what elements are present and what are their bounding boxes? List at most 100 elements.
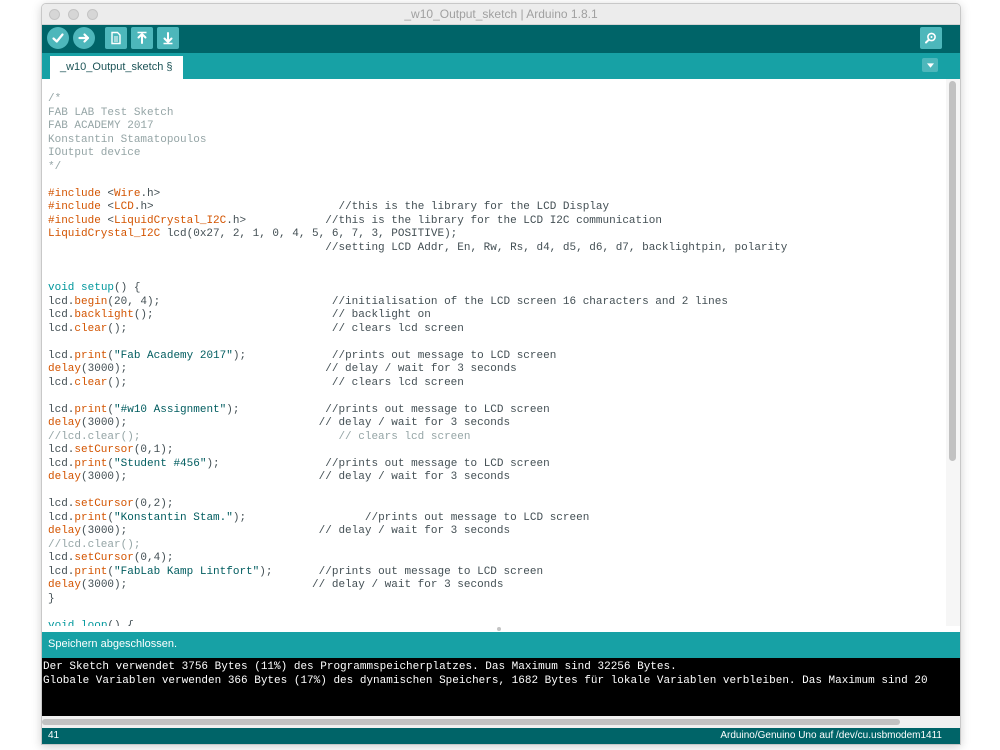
- code-line: delay(3000); // delay / wait for 3 secon…: [48, 363, 946, 377]
- tab-w10-output-sketch[interactable]: _w10_Output_sketch §: [50, 56, 183, 79]
- code-token-plain: (20, 4); //initialisation of the LCD scr…: [107, 295, 728, 308]
- upload-button[interactable]: [73, 27, 95, 49]
- save-sketch-button[interactable]: [157, 27, 179, 49]
- verify-button[interactable]: [47, 27, 69, 49]
- code-editor[interactable]: /* FAB LAB Test Sketch FAB ACADEMY 2017 Kon…: [42, 79, 946, 626]
- arrow-down-icon: [163, 32, 173, 45]
- code-token-keyword: print: [74, 457, 108, 470]
- window-title: _w10_Output_sketch | Arduino 1.8.1: [404, 7, 598, 21]
- code-line: /*: [48, 93, 946, 107]
- code-line: lcd.setCursor(0,4);: [48, 552, 946, 566]
- status-bar: Speichern abgeschlossen.: [42, 632, 960, 658]
- code-token-keyword: #include: [48, 214, 108, 227]
- code-token-plain: lcd.: [48, 444, 75, 456]
- code-token-keyword: LCD: [114, 201, 134, 213]
- open-sketch-button[interactable]: [131, 27, 153, 49]
- code-line: lcd.print("FabLab Kamp Lintfort"); //pri…: [48, 566, 946, 580]
- status-message: Speichern abgeschlossen.: [48, 638, 178, 650]
- code-line: lcd.setCursor(0,1);: [48, 444, 946, 458]
- code-token-plain: (3000); // delay / wait for 3 seconds: [81, 363, 517, 375]
- tab-bar: _w10_Output_sketch §: [42, 53, 960, 79]
- code-token-string: "FabLab Kamp Lintfort": [114, 565, 260, 578]
- code-token-keyword: #include: [48, 201, 108, 213]
- serial-monitor-button[interactable]: [920, 27, 942, 49]
- code-token-plain: (); // clears lcd screen: [107, 376, 464, 389]
- code-line: LiquidCrystal_I2C lcd(0x27, 2, 1, 0, 4, …: [48, 228, 946, 242]
- code-token-keyword: LiquidCrystal_I2C: [114, 214, 227, 227]
- code-token-type: void: [48, 282, 75, 294]
- code-line: lcd.clear(); // clears lcd screen: [48, 323, 946, 337]
- code-token-comment: FAB LAB Test Sketch: [48, 106, 174, 119]
- code-line: //lcd.clear();: [48, 539, 946, 553]
- code-token-plain: .h> //this is the library for the LCD I2…: [226, 214, 662, 227]
- code-line: #include <LiquidCrystal_I2C.h> //this is…: [48, 215, 946, 229]
- code-line: delay(3000); // delay / wait for 3 secon…: [48, 525, 946, 539]
- code-line: lcd.print("#w10 Assignment"); //prints o…: [48, 404, 946, 418]
- triangle-down-icon: [926, 62, 934, 68]
- check-icon: [52, 33, 64, 43]
- code-token-plain: .h> //this is the library for the LCD Di…: [133, 201, 610, 213]
- code-token-plain: (3000); // delay / wait for 3 seconds: [81, 417, 511, 429]
- code-token-keyword: delay: [48, 471, 82, 483]
- code-line: lcd.print("Konstantin Stam."); //prints …: [48, 512, 946, 526]
- code-token-keyword: print: [74, 349, 108, 362]
- editor-vertical-scrollbar[interactable]: [946, 79, 960, 626]
- divider-handle[interactable]: [497, 627, 501, 631]
- arduino-ide-window: _w10_Output_sketch | Arduino 1.8.1 _w10_…: [41, 3, 961, 745]
- code-line: delay(3000); // delay / wait for 3 secon…: [48, 579, 946, 593]
- code-token-plain: lcd.: [48, 403, 75, 416]
- code-token-keyword: LiquidCrystal_I2C: [48, 228, 161, 240]
- code-token-keyword: delay: [48, 579, 82, 591]
- code-token-keyword: clear: [74, 322, 108, 335]
- title-bar[interactable]: _w10_Output_sketch | Arduino 1.8.1: [42, 4, 960, 25]
- code-token-plain: ); //prints out message to LCD screen: [259, 565, 544, 578]
- code-line: */: [48, 161, 946, 175]
- editor-scroll-thumb[interactable]: [949, 81, 956, 461]
- code-line: lcd.print("Fab Academy 2017"); //prints …: [48, 350, 946, 364]
- code-text[interactable]: /* FAB LAB Test Sketch FAB ACADEMY 2017 Kon…: [42, 79, 946, 626]
- code-token-string: "Student #456": [114, 457, 207, 470]
- code-token-comment: FAB ACADEMY 2017: [48, 120, 154, 132]
- code-token-plain: .h>: [140, 187, 161, 200]
- code-token-plain: (0,4);: [133, 552, 174, 564]
- tab-menu-button[interactable]: [922, 58, 938, 72]
- console-scroll-thumb[interactable]: [42, 719, 900, 725]
- code-line: #include <Wire.h>: [48, 188, 946, 202]
- console-horizontal-scrollbar[interactable]: [42, 716, 960, 728]
- code-token-comment: */: [48, 160, 62, 173]
- code-token-keyword: delay: [48, 363, 82, 375]
- code-token-plain: () {: [114, 282, 141, 294]
- code-line: //lcd.clear(); // clears lcd screen: [48, 431, 946, 445]
- code-line: delay(3000); // delay / wait for 3 secon…: [48, 471, 946, 485]
- new-sketch-button[interactable]: [105, 27, 127, 49]
- code-line: lcd.setCursor(0,2);: [48, 498, 946, 512]
- code-token-comment: IOutput device: [48, 147, 141, 159]
- code-token-keyword: print: [74, 403, 108, 416]
- code-line: Konstantin Stamatopoulos: [48, 134, 946, 148]
- code-token-plain: ); //prints out message to LCD screen: [232, 349, 557, 362]
- code-token-plain: (0,1);: [133, 444, 174, 456]
- code-token-keyword: #include: [48, 187, 108, 200]
- code-token-plain: lcd.: [48, 565, 75, 578]
- code-line: lcd.backlight(); // backlight on: [48, 309, 946, 323]
- code-token-type: setup: [81, 282, 115, 294]
- toolbar: [42, 25, 960, 53]
- code-token-keyword: print: [74, 511, 108, 524]
- code-token-plain: lcd.: [48, 349, 75, 362]
- code-token-string: "#w10 Assignment": [114, 403, 227, 416]
- code-line: FAB ACADEMY 2017: [48, 120, 946, 134]
- code-token-plain: lcd.: [48, 498, 75, 510]
- code-line: delay(3000); // delay / wait for 3 secon…: [48, 417, 946, 431]
- code-token-keyword: setCursor: [74, 444, 134, 456]
- code-token-plain: lcd.: [48, 552, 75, 564]
- console-output[interactable]: Der Sketch verwendet 3756 Bytes (11%) de…: [42, 658, 960, 716]
- document-icon: [111, 31, 121, 45]
- code-token-string: "Konstantin Stam.": [114, 511, 233, 524]
- code-token-keyword: delay: [48, 525, 82, 537]
- footer-bar: 41 Arduino/Genuino Uno auf /dev/cu.usbmo…: [42, 728, 960, 744]
- code-line: //setting LCD Addr, En, Rw, Rs, d4, d5, …: [48, 242, 946, 256]
